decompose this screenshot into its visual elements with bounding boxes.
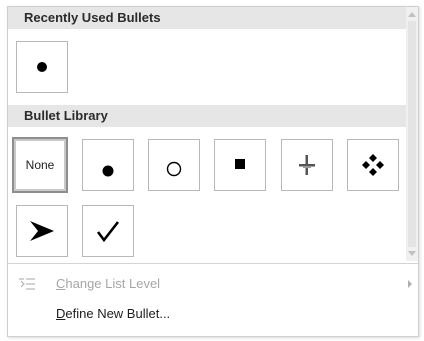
recent-bullet-filled-circle[interactable]	[16, 41, 68, 93]
recently-used-bullets-gallery	[8, 29, 406, 105]
define-new-bullet-menu-item[interactable]: Define New Bullet...	[8, 300, 418, 328]
filled-circle-bullet-icon	[37, 62, 47, 72]
bullet-none-label: None	[25, 158, 55, 172]
bullet-arrowhead[interactable]	[16, 205, 68, 257]
four-point-star-bullet-icon	[299, 155, 315, 175]
four-diamond-bullet-icon	[362, 154, 384, 176]
bullet-library-title: Bullet Library	[24, 108, 108, 123]
bullets-dropdown-panel: Recently Used Bullets Bullet Library Non…	[7, 6, 419, 337]
bullet-four-diamond[interactable]	[347, 139, 399, 191]
filled-square-bullet-icon	[235, 159, 245, 169]
bullet-library-gallery: None	[8, 127, 406, 263]
scroll-thumb[interactable]	[408, 21, 416, 247]
bullet-library-header: Bullet Library	[8, 105, 406, 127]
define-new-bullet-label: Define New Bullet...	[56, 306, 171, 321]
recently-used-bullets-header: Recently Used Bullets	[8, 7, 406, 29]
bullet-four-point-star[interactable]	[281, 139, 333, 191]
menu-divider	[8, 263, 418, 264]
filled-circle-bullet-icon	[102, 165, 114, 177]
arrowhead-bullet-icon	[30, 221, 54, 241]
scroll-down-icon[interactable]	[408, 251, 416, 256]
scroll-up-icon[interactable]	[408, 12, 416, 17]
gallery-scrollbar[interactable]	[406, 7, 418, 261]
checkmark-bullet-icon	[96, 221, 120, 243]
bullet-checkmark[interactable]	[82, 205, 134, 257]
submenu-arrow-icon	[408, 280, 412, 288]
change-list-level-label: Change List Level	[56, 276, 161, 291]
change-list-level-menu-item[interactable]: Change List Level	[8, 270, 418, 298]
recently-used-bullets-title: Recently Used Bullets	[24, 10, 161, 25]
bullet-filled-circle[interactable]	[82, 139, 134, 191]
bullet-filled-square[interactable]	[214, 139, 266, 191]
bullet-none[interactable]: None	[12, 137, 68, 193]
bullet-hollow-circle[interactable]	[148, 139, 200, 191]
hollow-circle-bullet-icon	[166, 161, 182, 177]
list-indent-icon	[19, 278, 35, 290]
